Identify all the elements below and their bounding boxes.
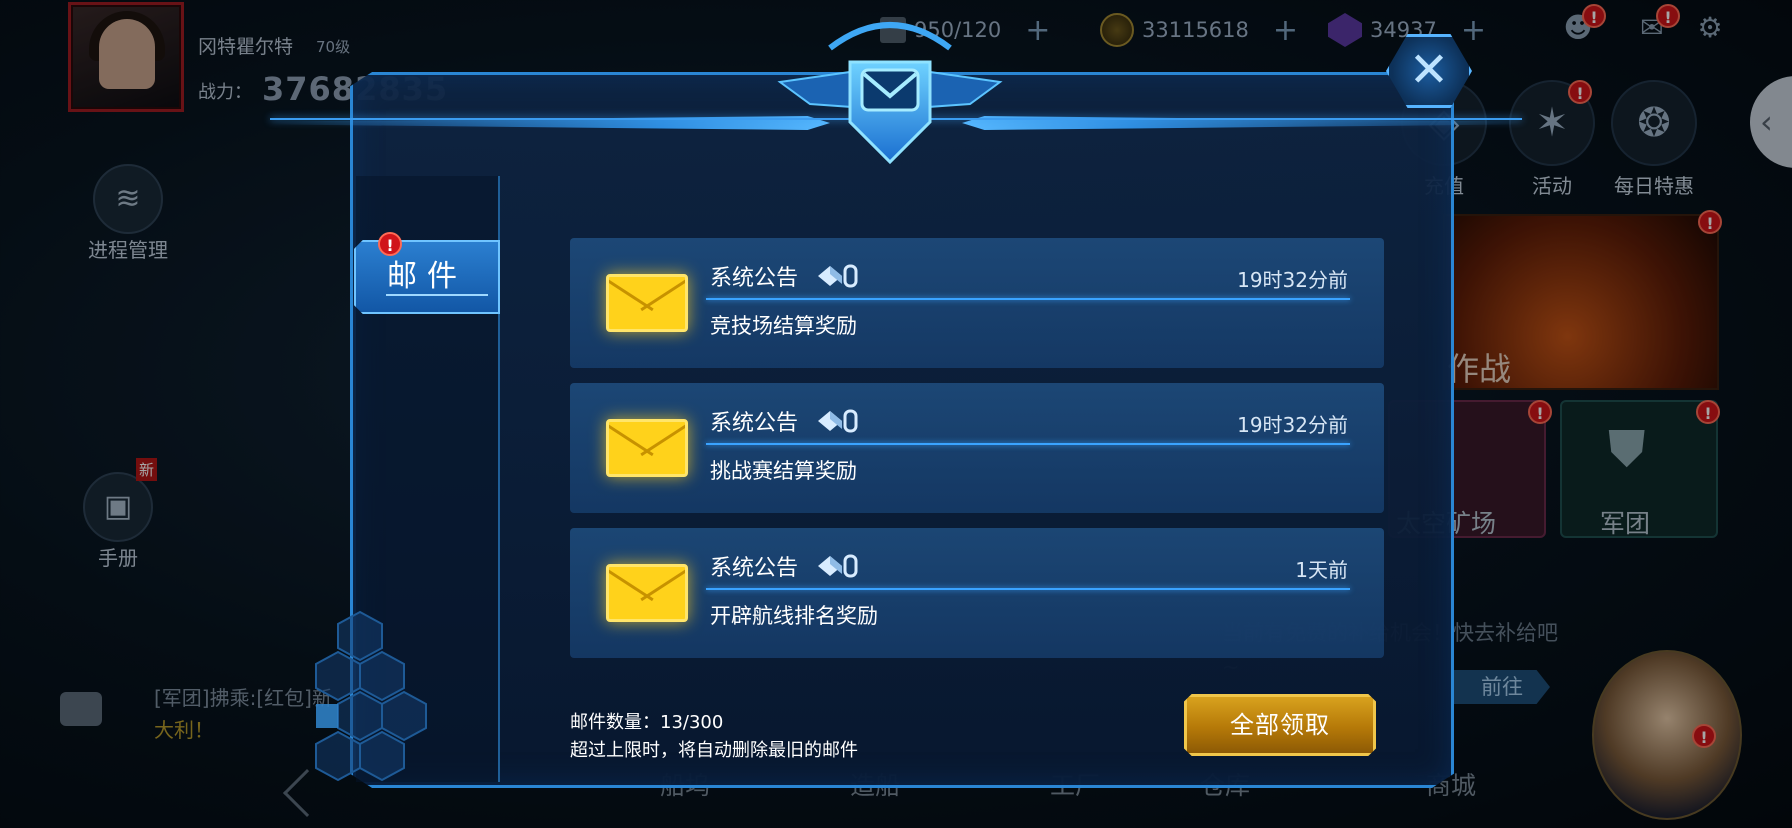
mail-title: 系统公告 bbox=[710, 266, 799, 291]
envelope-icon bbox=[606, 274, 688, 332]
attachment-icon bbox=[818, 409, 858, 433]
envelope-icon bbox=[606, 564, 688, 622]
mail-time: 1天前 bbox=[1295, 558, 1348, 582]
tab-mail[interactable]: 邮件 bbox=[354, 240, 500, 314]
mail-title: 系统公告 bbox=[710, 556, 799, 581]
attachment-icon bbox=[818, 554, 858, 578]
mail-title: 系统公告 bbox=[710, 411, 799, 436]
mail-count: 邮件数量：13/300 bbox=[570, 712, 724, 733]
mail-subject: 竞技场结算奖励 bbox=[710, 314, 857, 338]
mail-subject: 挑战赛结算奖励 bbox=[710, 459, 857, 483]
mail-subject: 开辟航线排名奖励 bbox=[710, 604, 878, 628]
mail-divider bbox=[706, 298, 1350, 300]
envelope-icon bbox=[606, 419, 688, 477]
tab-mail-underline bbox=[386, 294, 488, 296]
tab-mail-alert-badge: ! bbox=[378, 232, 402, 256]
mail-time: 19时32分前 bbox=[1237, 413, 1348, 437]
mail-item[interactable]: 系统公告 1天前 开辟航线排名奖励 bbox=[570, 528, 1384, 658]
mail-limit-note: 超过上限时，将自动删除最旧的邮件 bbox=[570, 740, 858, 761]
mail-item[interactable]: 系统公告 19时32分前 竞技场结算奖励 bbox=[570, 238, 1384, 368]
mail-divider bbox=[706, 588, 1350, 590]
mail-divider bbox=[706, 443, 1350, 445]
claim-all-button[interactable]: 全部领取 bbox=[1184, 694, 1376, 756]
mail-time: 19时32分前 bbox=[1237, 268, 1348, 292]
mail-item[interactable]: 系统公告 19时32分前 挑战赛结算奖励 bbox=[570, 383, 1384, 513]
attachment-icon bbox=[818, 264, 858, 288]
hexagon-decoration bbox=[315, 610, 427, 782]
mail-emblem-icon bbox=[777, 22, 1003, 165]
close-x-icon: ✕ bbox=[1408, 42, 1450, 98]
